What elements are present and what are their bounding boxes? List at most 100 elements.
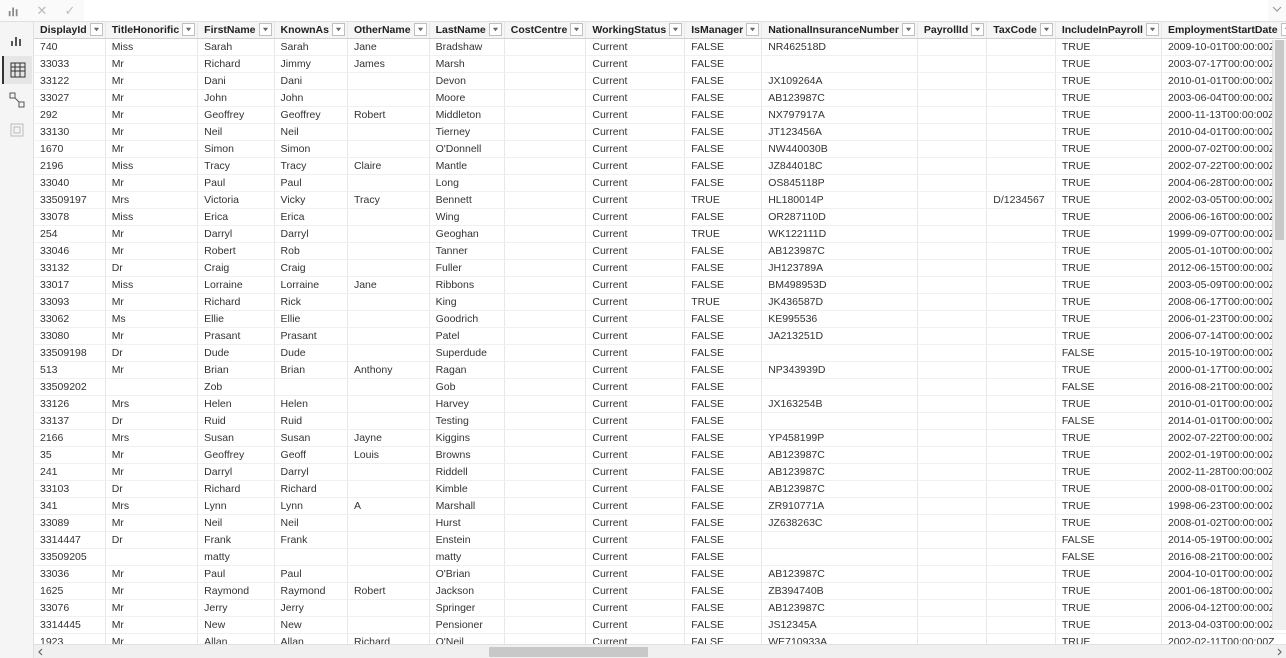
cell-IsManager[interactable]: FALSE: [685, 124, 762, 141]
cell-FirstName[interactable]: Victoria: [198, 192, 274, 209]
data-grid[interactable]: DisplayIdTitleHonorificFirstNameKnownAsO…: [34, 22, 1286, 644]
cell-WorkingStatus[interactable]: Current: [586, 243, 685, 260]
cell-NationalInsuranceNumber[interactable]: [762, 379, 918, 396]
cell-EmploymentStartDate[interactable]: 2009-10-01T00:00:00Z: [1161, 39, 1286, 56]
cell-TaxCode[interactable]: [987, 447, 1056, 464]
cell-PayrollId[interactable]: [917, 549, 986, 566]
filter-dropdown-icon[interactable]: [414, 23, 427, 36]
cell-FirstName[interactable]: Geoffrey: [198, 447, 274, 464]
cell-EmploymentStartDate[interactable]: 2000-01-17T00:00:00Z: [1161, 362, 1286, 379]
cell-TaxCode[interactable]: [987, 583, 1056, 600]
cell-TitleHonorific[interactable]: Mr: [105, 515, 197, 532]
cell-KnownAs[interactable]: Paul: [274, 566, 347, 583]
filter-dropdown-icon[interactable]: [902, 23, 915, 36]
cell-DisplayId[interactable]: 35: [34, 447, 105, 464]
cell-DisplayId[interactable]: 33040: [34, 175, 105, 192]
cell-IsManager[interactable]: FALSE: [685, 107, 762, 124]
cell-LastName[interactable]: Devon: [429, 73, 504, 90]
cell-CostCentre[interactable]: [504, 158, 586, 175]
cell-WorkingStatus[interactable]: Current: [586, 362, 685, 379]
cell-NationalInsuranceNumber[interactable]: JS12345A: [762, 617, 918, 634]
cell-NationalInsuranceNumber[interactable]: [762, 56, 918, 73]
cell-PayrollId[interactable]: [917, 583, 986, 600]
table-row[interactable]: 241MrDarrylDarrylRiddellCurrentFALSEAB12…: [34, 464, 1286, 481]
cell-TaxCode[interactable]: [987, 600, 1056, 617]
table-row[interactable]: 740MissSarahSarahJaneBradshawCurrentFALS…: [34, 39, 1286, 56]
cell-TitleHonorific[interactable]: Mr: [105, 600, 197, 617]
cell-CostCentre[interactable]: [504, 311, 586, 328]
cell-FirstName[interactable]: Simon: [198, 141, 274, 158]
cell-TaxCode[interactable]: [987, 56, 1056, 73]
cell-DisplayId[interactable]: 3314447: [34, 532, 105, 549]
cell-KnownAs[interactable]: Paul: [274, 175, 347, 192]
cell-WorkingStatus[interactable]: Current: [586, 311, 685, 328]
cell-NationalInsuranceNumber[interactable]: JX109264A: [762, 73, 918, 90]
cell-LastName[interactable]: Superdude: [429, 345, 504, 362]
cell-TaxCode[interactable]: [987, 243, 1056, 260]
cell-LastName[interactable]: Bennett: [429, 192, 504, 209]
cell-DisplayId[interactable]: 33132: [34, 260, 105, 277]
cell-CostCentre[interactable]: [504, 73, 586, 90]
scroll-left-arrow[interactable]: [34, 645, 48, 658]
table-row[interactable]: 33027MrJohnJohnMooreCurrentFALSEAB123987…: [34, 90, 1286, 107]
cell-TaxCode[interactable]: [987, 311, 1056, 328]
cell-TitleHonorific[interactable]: Mr: [105, 175, 197, 192]
cell-TaxCode[interactable]: [987, 124, 1056, 141]
horizontal-scrollbar[interactable]: [34, 644, 1286, 658]
cell-TaxCode[interactable]: [987, 464, 1056, 481]
cell-WorkingStatus[interactable]: Current: [586, 413, 685, 430]
cell-DisplayId[interactable]: 292: [34, 107, 105, 124]
cell-CostCentre[interactable]: [504, 345, 586, 362]
cell-TitleHonorific[interactable]: Mr: [105, 447, 197, 464]
cell-WorkingStatus[interactable]: Current: [586, 209, 685, 226]
report-view-button[interactable]: [2, 26, 32, 54]
cell-IncludeInPayroll[interactable]: TRUE: [1055, 141, 1161, 158]
cell-IsManager[interactable]: FALSE: [685, 515, 762, 532]
cell-CostCentre[interactable]: [504, 430, 586, 447]
cell-IsManager[interactable]: FALSE: [685, 447, 762, 464]
cell-TaxCode[interactable]: [987, 396, 1056, 413]
cell-OtherName[interactable]: [347, 549, 429, 566]
cell-PayrollId[interactable]: [917, 294, 986, 311]
cell-NationalInsuranceNumber[interactable]: [762, 532, 918, 549]
cell-NationalInsuranceNumber[interactable]: AB123987C: [762, 600, 918, 617]
cell-IncludeInPayroll[interactable]: TRUE: [1055, 294, 1161, 311]
cell-KnownAs[interactable]: Helen: [274, 396, 347, 413]
column-header-NationalInsuranceNumber[interactable]: NationalInsuranceNumber: [762, 22, 918, 39]
cell-WorkingStatus[interactable]: Current: [586, 396, 685, 413]
cell-EmploymentStartDate[interactable]: 2006-06-16T00:00:00Z: [1161, 209, 1286, 226]
cell-IncludeInPayroll[interactable]: TRUE: [1055, 481, 1161, 498]
table-row[interactable]: 33126MrsHelenHelenHarveyCurrentFALSEJX16…: [34, 396, 1286, 413]
cell-FirstName[interactable]: Tracy: [198, 158, 274, 175]
cell-TitleHonorific[interactable]: Mr: [105, 124, 197, 141]
cell-CostCentre[interactable]: [504, 549, 586, 566]
cell-LastName[interactable]: Kiggins: [429, 430, 504, 447]
cell-CostCentre[interactable]: [504, 243, 586, 260]
cell-CostCentre[interactable]: [504, 600, 586, 617]
cell-CostCentre[interactable]: [504, 175, 586, 192]
cell-OtherName[interactable]: [347, 515, 429, 532]
cell-EmploymentStartDate[interactable]: 2014-01-01T00:00:00Z: [1161, 413, 1286, 430]
cell-TaxCode[interactable]: [987, 549, 1056, 566]
cell-CostCentre[interactable]: [504, 532, 586, 549]
cell-TaxCode[interactable]: [987, 515, 1056, 532]
cell-EmploymentStartDate[interactable]: 2006-04-12T00:00:00Z: [1161, 600, 1286, 617]
cell-DisplayId[interactable]: 1670: [34, 141, 105, 158]
table-row[interactable]: 33509205mattymattyCurrentFALSEFALSE2016-…: [34, 549, 1286, 566]
cell-LastName[interactable]: Gob: [429, 379, 504, 396]
cell-TitleHonorific[interactable]: Mr: [105, 243, 197, 260]
cell-TaxCode[interactable]: [987, 430, 1056, 447]
cell-IncludeInPayroll[interactable]: FALSE: [1055, 413, 1161, 430]
cell-LastName[interactable]: Springer: [429, 600, 504, 617]
table-row[interactable]: 33103DrRichardRichardKimbleCurrentFALSEA…: [34, 481, 1286, 498]
cell-DisplayId[interactable]: 3314445: [34, 617, 105, 634]
cell-DisplayId[interactable]: 341: [34, 498, 105, 515]
column-header-PayrollId[interactable]: PayrollId: [917, 22, 986, 39]
cell-IsManager[interactable]: TRUE: [685, 294, 762, 311]
cell-NationalInsuranceNumber[interactable]: JH123789A: [762, 260, 918, 277]
cell-FirstName[interactable]: Geoffrey: [198, 107, 274, 124]
cell-KnownAs[interactable]: Craig: [274, 260, 347, 277]
cell-OtherName[interactable]: [347, 600, 429, 617]
cell-WorkingStatus[interactable]: Current: [586, 328, 685, 345]
cell-TaxCode[interactable]: [987, 328, 1056, 345]
